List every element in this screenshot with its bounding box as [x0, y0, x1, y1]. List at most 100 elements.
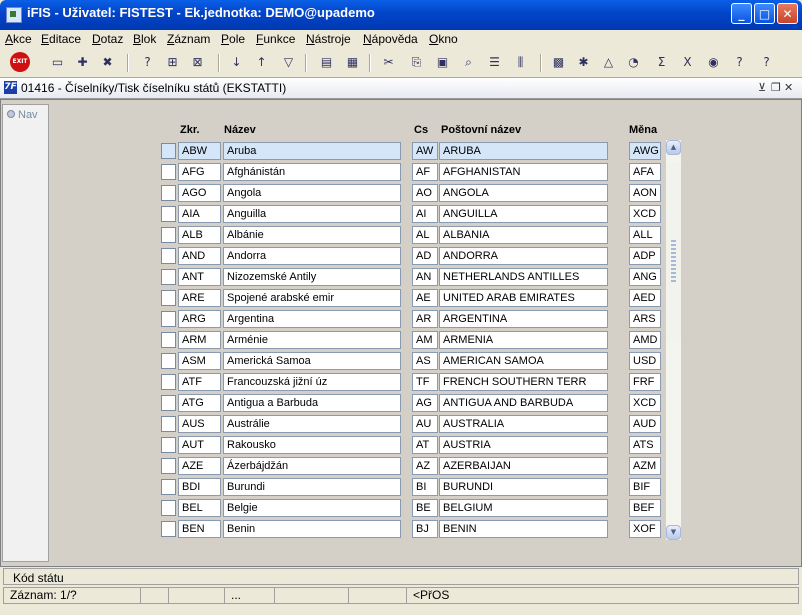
currency-field[interactable]: XOF [629, 520, 661, 538]
postal-name-field[interactable]: BURUNDI [439, 478, 608, 496]
form-close-icon[interactable]: ✕ [784, 81, 793, 94]
row-select-checkbox[interactable] [161, 479, 176, 495]
scroll-thumb[interactable] [666, 162, 681, 340]
currency-field[interactable]: ADP [629, 247, 661, 265]
row-select-checkbox[interactable] [161, 290, 176, 306]
form-minimize-icon[interactable]: ⊻ [758, 81, 766, 94]
menu-napoveda[interactable]: Nápověda [363, 32, 418, 46]
table-row[interactable]: AZE Ázerbájdžán AZ AZERBAIJAN AZM [0, 457, 802, 478]
execute-query-icon[interactable]: ⊞ [162, 52, 183, 73]
name-field[interactable]: Ázerbájdžán [223, 457, 401, 475]
name-field[interactable]: Aruba [223, 142, 401, 160]
cs-field[interactable]: TF [412, 373, 438, 391]
table-row[interactable]: AIA Anguilla AI ANGUILLA XCD [0, 205, 802, 226]
postal-name-field[interactable]: BELGIUM [439, 499, 608, 517]
name-field[interactable]: Nizozemské Antily [223, 268, 401, 286]
row-select-checkbox[interactable] [161, 248, 176, 264]
paste-icon[interactable]: ▣ [432, 52, 453, 73]
postal-name-field[interactable]: NETHERLANDS ANTILLES [439, 268, 608, 286]
postal-name-field[interactable]: AMERICAN SAMOA [439, 352, 608, 370]
table-row[interactable]: AGO Angola AO ANGOLA AON [0, 184, 802, 205]
row-select-checkbox[interactable] [161, 164, 176, 180]
maximize-button[interactable]: □ [754, 3, 775, 24]
currency-field[interactable]: AED [629, 289, 661, 307]
table-row[interactable]: AUT Rakousko AT AUSTRIA ATS [0, 436, 802, 457]
form-restore-icon[interactable]: ❐ [771, 81, 781, 94]
row-select-checkbox[interactable] [161, 143, 176, 159]
cs-field[interactable]: AE [412, 289, 438, 307]
code-field[interactable]: ATF [178, 373, 221, 391]
currency-field[interactable]: ANG [629, 268, 661, 286]
code-field[interactable]: ARM [178, 331, 221, 349]
postal-name-field[interactable]: ARMENIA [439, 331, 608, 349]
table-row[interactable]: BEN Benin BJ BENIN XOF [0, 520, 802, 541]
cs-field[interactable]: AU [412, 415, 438, 433]
web-icon[interactable]: ◉ [703, 52, 724, 73]
name-field[interactable]: Andorra [223, 247, 401, 265]
code-field[interactable]: ALB [178, 226, 221, 244]
currency-field[interactable]: BEF [629, 499, 661, 517]
menu-akce[interactable]: Akce [5, 32, 32, 46]
postal-name-field[interactable]: FRENCH SOUTHERN TERR [439, 373, 608, 391]
currency-field[interactable]: XCD [629, 205, 661, 223]
cs-field[interactable]: BI [412, 478, 438, 496]
sort-descending-icon[interactable]: ↑ [251, 52, 272, 73]
insert-record-icon[interactable]: ✚ [72, 52, 93, 73]
code-field[interactable]: AFG [178, 163, 221, 181]
delete-record-icon[interactable]: ✖ [97, 52, 118, 73]
cs-field[interactable]: AD [412, 247, 438, 265]
postal-name-field[interactable]: ANGOLA [439, 184, 608, 202]
postal-name-field[interactable]: UNITED ARAB EMIRATES [439, 289, 608, 307]
scroll-down-icon[interactable]: ▼ [666, 525, 681, 540]
sort-ascending-icon[interactable]: ↓ [226, 52, 247, 73]
currency-field[interactable]: AON [629, 184, 661, 202]
filter-icon[interactable]: ▽ [278, 52, 299, 73]
sum-icon[interactable]: Σ [651, 52, 672, 73]
code-field[interactable]: AGO [178, 184, 221, 202]
table-row[interactable]: ATF Francouzská jižní úz TF FRENCH SOUTHERN… [0, 373, 802, 394]
cancel-query-icon[interactable]: ⊠ [187, 52, 208, 73]
table-row[interactable]: AUS Austrálie AU AUSTRALIA AUD [0, 415, 802, 436]
row-select-checkbox[interactable] [161, 395, 176, 411]
list-icon[interactable]: ☰ [484, 52, 505, 73]
table-row[interactable]: ASM Americká Samoa AS AMERICAN SAMOA USD [0, 352, 802, 373]
code-field[interactable]: BDI [178, 478, 221, 496]
name-field[interactable]: Albánie [223, 226, 401, 244]
code-field[interactable]: AND [178, 247, 221, 265]
clock-icon[interactable]: ◔ [623, 52, 644, 73]
name-field[interactable]: Spojené arabské emir [223, 289, 401, 307]
menu-pole[interactable]: Pole [221, 32, 245, 46]
code-field[interactable]: BEL [178, 499, 221, 517]
menu-funkce[interactable]: Funkce [256, 32, 295, 46]
postal-name-field[interactable]: AZERBAIJAN [439, 457, 608, 475]
currency-field[interactable]: AFA [629, 163, 661, 181]
code-field[interactable]: AIA [178, 205, 221, 223]
menu-nastroje[interactable]: Nástroje [306, 32, 351, 46]
currency-field[interactable]: ARS [629, 310, 661, 328]
row-select-checkbox[interactable] [161, 353, 176, 369]
row-select-checkbox[interactable] [161, 206, 176, 222]
name-field[interactable]: Anguilla [223, 205, 401, 223]
name-field[interactable]: Rakousko [223, 436, 401, 454]
menu-editace[interactable]: Editace [41, 32, 81, 46]
name-field[interactable]: Austrálie [223, 415, 401, 433]
name-field[interactable]: Belgie [223, 499, 401, 517]
code-field[interactable]: AUS [178, 415, 221, 433]
name-field[interactable]: Americká Samoa [223, 352, 401, 370]
menu-blok[interactable]: Blok [133, 32, 156, 46]
nav-label[interactable]: Nav [18, 109, 38, 121]
table-row[interactable]: ARM Arménie AM ARMENIA AMD [0, 331, 802, 352]
currency-field[interactable]: AZM [629, 457, 661, 475]
cs-field[interactable]: AL [412, 226, 438, 244]
currency-field[interactable]: BIF [629, 478, 661, 496]
table-row[interactable]: ALB Albánie AL ALBANIA ALL [0, 226, 802, 247]
cs-field[interactable]: AI [412, 205, 438, 223]
table-row[interactable]: AFG Afghánistán AF AFGHANISTAN AFA [0, 163, 802, 184]
table-row[interactable]: ARG Argentina AR ARGENTINA ARS [0, 310, 802, 331]
settings-icon[interactable]: ✱ [573, 52, 594, 73]
code-field[interactable]: BEN [178, 520, 221, 538]
row-select-checkbox[interactable] [161, 332, 176, 348]
row-select-checkbox[interactable] [161, 185, 176, 201]
row-select-checkbox[interactable] [161, 500, 176, 516]
postal-name-field[interactable]: ANDORRA [439, 247, 608, 265]
